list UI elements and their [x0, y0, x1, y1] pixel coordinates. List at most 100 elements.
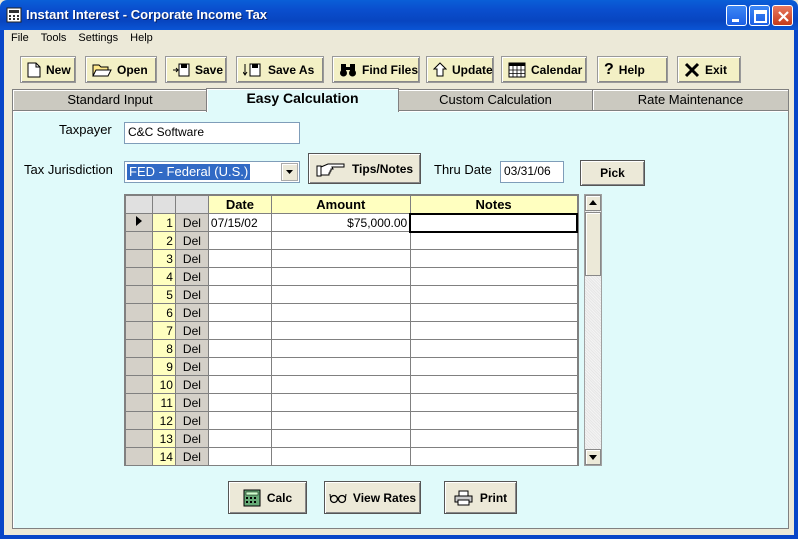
- delete-row-button[interactable]: Del: [174, 339, 209, 358]
- notes-cell[interactable]: [409, 231, 578, 250]
- date-cell[interactable]: [207, 357, 272, 376]
- table-row[interactable]: 4 Del: [125, 267, 578, 286]
- menu-settings[interactable]: Settings: [75, 31, 121, 47]
- amount-cell[interactable]: [270, 231, 411, 250]
- notes-cell[interactable]: [409, 267, 578, 286]
- amount-cell[interactable]: [270, 267, 411, 286]
- amount-cell[interactable]: [270, 285, 411, 304]
- date-cell[interactable]: [207, 429, 272, 448]
- table-row[interactable]: 5 Del: [125, 285, 578, 304]
- amount-cell[interactable]: [270, 393, 411, 412]
- amount-cell[interactable]: [270, 447, 411, 465]
- delete-row-button[interactable]: Del: [174, 447, 209, 465]
- table-row[interactable]: 11 Del: [125, 393, 578, 412]
- table-row[interactable]: 1 Del 07/15/02 $75,000.00: [125, 212, 578, 233]
- menu-help[interactable]: Help: [127, 31, 156, 47]
- table-row[interactable]: 12 Del: [125, 411, 578, 430]
- close-button[interactable]: [772, 5, 793, 26]
- notes-cell[interactable]: [409, 393, 578, 412]
- date-cell[interactable]: [207, 249, 272, 268]
- amount-cell[interactable]: [270, 339, 411, 358]
- calc-button[interactable]: Calc: [228, 481, 307, 514]
- tips-notes-button[interactable]: Tips/Notes: [308, 153, 421, 184]
- row-selector[interactable]: [125, 429, 153, 448]
- row-selector[interactable]: [125, 303, 153, 322]
- open-button[interactable]: Open: [85, 56, 157, 83]
- delete-row-button[interactable]: Del: [174, 285, 209, 304]
- amount-cell[interactable]: [270, 429, 411, 448]
- table-row[interactable]: 3 Del: [125, 249, 578, 268]
- amount-cell[interactable]: [270, 249, 411, 268]
- row-selector[interactable]: [125, 447, 153, 465]
- notes-cell[interactable]: [409, 429, 578, 448]
- row-selector[interactable]: [125, 213, 153, 232]
- new-button[interactable]: New: [20, 56, 76, 83]
- date-cell[interactable]: [207, 375, 272, 394]
- row-selector[interactable]: [125, 411, 153, 430]
- delete-row-button[interactable]: Del: [174, 303, 209, 322]
- date-cell[interactable]: [207, 231, 272, 250]
- amount-cell[interactable]: [270, 375, 411, 394]
- row-selector[interactable]: [125, 321, 153, 340]
- amount-cell[interactable]: [270, 321, 411, 340]
- date-cell[interactable]: [207, 321, 272, 340]
- table-row[interactable]: 2 Del: [125, 231, 578, 250]
- notes-column-header[interactable]: Notes: [409, 195, 578, 214]
- scroll-down-button[interactable]: [585, 449, 601, 465]
- notes-cell[interactable]: [409, 303, 578, 322]
- row-selector[interactable]: [125, 393, 153, 412]
- table-row[interactable]: 13 Del: [125, 429, 578, 448]
- date-cell[interactable]: 07/15/02: [207, 213, 272, 232]
- grid-vertical-scrollbar[interactable]: [584, 194, 602, 466]
- row-selector[interactable]: [125, 375, 153, 394]
- delete-row-button[interactable]: Del: [174, 375, 209, 394]
- delete-row-button[interactable]: Del: [174, 429, 209, 448]
- table-row[interactable]: 8 Del: [125, 339, 578, 358]
- menu-file[interactable]: File: [8, 31, 32, 47]
- payments-grid[interactable]: Date Amount Notes 1 Del 07/15/02 $75,000.00…: [124, 194, 579, 466]
- delete-row-button[interactable]: Del: [174, 321, 209, 340]
- delete-row-button[interactable]: Del: [174, 249, 209, 268]
- find-files-button[interactable]: Find Files: [332, 56, 420, 83]
- tab-easy-calculation[interactable]: Easy Calculation: [206, 88, 399, 112]
- print-button[interactable]: Print: [444, 481, 517, 514]
- scroll-up-button[interactable]: [585, 195, 601, 211]
- table-row[interactable]: 6 Del: [125, 303, 578, 322]
- calendar-button[interactable]: Calendar: [501, 56, 587, 83]
- view-rates-button[interactable]: View Rates: [324, 481, 421, 514]
- menu-tools[interactable]: Tools: [38, 31, 70, 47]
- exit-button[interactable]: Exit: [677, 56, 741, 83]
- scroll-thumb[interactable]: [585, 212, 601, 276]
- delete-row-button[interactable]: Del: [174, 357, 209, 376]
- delete-row-button[interactable]: Del: [174, 393, 209, 412]
- tab-custom-calculation[interactable]: Custom Calculation: [397, 89, 594, 110]
- pick-date-button[interactable]: Pick: [580, 160, 645, 186]
- date-cell[interactable]: [207, 339, 272, 358]
- row-selector[interactable]: [125, 267, 153, 286]
- help-button[interactable]: ? Help: [597, 56, 668, 83]
- row-selector[interactable]: [125, 249, 153, 268]
- save-as-button[interactable]: Save As: [236, 56, 324, 83]
- notes-cell[interactable]: [409, 249, 578, 268]
- row-selector[interactable]: [125, 339, 153, 358]
- date-column-header[interactable]: Date: [207, 195, 272, 214]
- date-cell[interactable]: [207, 303, 272, 322]
- save-button[interactable]: Save: [165, 56, 227, 83]
- amount-cell[interactable]: [270, 357, 411, 376]
- row-selector[interactable]: [125, 285, 153, 304]
- notes-cell[interactable]: [409, 212, 578, 233]
- notes-cell[interactable]: [409, 321, 578, 340]
- delete-row-button[interactable]: Del: [174, 213, 209, 232]
- title-bar[interactable]: Instant Interest - Corporate Income Tax: [0, 0, 798, 30]
- notes-cell[interactable]: [409, 375, 578, 394]
- table-row[interactable]: 7 Del: [125, 321, 578, 340]
- delete-row-button[interactable]: Del: [174, 411, 209, 430]
- notes-cell[interactable]: [409, 285, 578, 304]
- tab-rate-maintenance[interactable]: Rate Maintenance: [592, 89, 789, 110]
- notes-cell[interactable]: [409, 339, 578, 358]
- date-cell[interactable]: [207, 447, 272, 465]
- taxpayer-field[interactable]: C&C Software: [124, 122, 300, 144]
- table-row[interactable]: 10 Del: [125, 375, 578, 394]
- notes-cell[interactable]: [409, 447, 578, 465]
- amount-cell[interactable]: $75,000.00: [270, 213, 411, 232]
